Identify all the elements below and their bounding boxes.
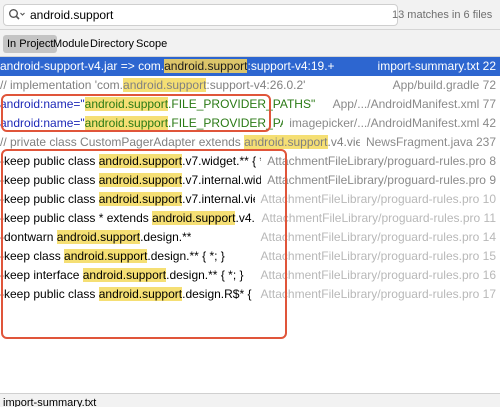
code-prefix: -keep public class xyxy=(0,154,99,168)
result-file: AttachmentFileLibrary/proguard-rules.pro… xyxy=(254,247,496,266)
result-row[interactable]: -keep public class android.support.desig… xyxy=(0,285,500,304)
result-row[interactable]: android:name="android.support.FILE_PROVI… xyxy=(0,95,500,114)
code-prefix: android:name=" xyxy=(0,116,85,130)
match-highlight: android.support xyxy=(84,116,169,130)
result-code: android:name="android.support.FILE_PROVI… xyxy=(0,114,315,133)
match-highlight: android.support xyxy=(82,268,167,282)
match-highlight: android.support xyxy=(98,287,183,301)
code-prefix: // implementation 'com. xyxy=(0,78,124,92)
search-input[interactable] xyxy=(30,7,380,23)
match-highlight: android.support xyxy=(84,97,169,111)
result-file: NewsFragment.java 237 xyxy=(359,133,496,152)
code-prefix: // private class CustomPagerAdapter exte… xyxy=(0,135,245,149)
code-prefix: -keep interface xyxy=(0,268,83,282)
match-highlight: android.support xyxy=(98,192,183,206)
result-file: AttachmentFileLibrary/proguard-rules.pro… xyxy=(254,190,496,209)
result-row[interactable]: -keep public class android.support.v7.in… xyxy=(0,190,500,209)
result-row[interactable]: -keep public class android.support.v7.in… xyxy=(0,171,500,190)
result-code: -keep public class android.support.desig… xyxy=(0,285,270,304)
match-highlight: android.support xyxy=(123,78,207,92)
result-row[interactable]: -keep public class android.support.v7.wi… xyxy=(0,152,500,171)
result-code: // implementation 'com.android.support:s… xyxy=(0,76,305,95)
result-file: AttachmentFileLibrary/proguard-rules.pro… xyxy=(254,285,496,304)
result-row[interactable]: // private class CustomPagerAdapter exte… xyxy=(0,133,500,152)
result-file: App/.../AndroidManifest.xml 77 xyxy=(326,95,496,114)
result-file: AttachmentFileLibrary/proguard-rules.pro… xyxy=(261,152,496,171)
code-prefix: android-support-v4.jar => com. xyxy=(0,59,165,73)
code-suffix: .design.** xyxy=(140,230,192,244)
result-row[interactable]: -keep interface android.support.design.*… xyxy=(0,266,500,285)
code-prefix: -dontwarn xyxy=(0,230,57,244)
code-suffix: .FILE_PROVIDER_PATHS" xyxy=(168,97,316,111)
match-highlight: android.support xyxy=(98,173,183,187)
match-highlight: android.support xyxy=(56,230,141,244)
result-file: AttachmentFileLibrary/proguard-rules.pro… xyxy=(254,266,496,285)
result-code: -keep public class android.support.v7.wi… xyxy=(0,152,275,171)
search-icon[interactable] xyxy=(8,8,26,22)
match-highlight: android.support xyxy=(152,211,236,225)
scope-bar: In Project Module Directory Scope xyxy=(0,30,500,57)
code-suffix: :support-v4:19.+ xyxy=(247,59,335,73)
code-prefix: -keep public class * extends xyxy=(0,211,153,225)
result-code: -keep interface android.support.design.*… xyxy=(0,266,244,285)
code-prefix: -keep class xyxy=(0,249,65,263)
match-highlight: android.support xyxy=(64,249,148,263)
search-box[interactable] xyxy=(3,4,398,26)
search-results-list: android-support-v4.jar => com.android.su… xyxy=(0,57,500,393)
result-row[interactable]: android:name="android.support.FILE_PROVI… xyxy=(0,114,500,133)
match-highlight: android.support xyxy=(244,135,328,149)
code-suffix: .design.** { *; } xyxy=(166,268,244,282)
result-row[interactable]: android-support-v4.jar => com.android.su… xyxy=(0,57,500,76)
result-code: -dontwarn android.support.design.** xyxy=(0,228,191,247)
match-highlight: android.support xyxy=(98,154,183,168)
code-suffix: .design.** { *; } xyxy=(147,249,225,263)
search-bar: 13 matches in 6 files xyxy=(0,0,500,30)
tab-directory[interactable]: Directory xyxy=(86,35,138,53)
match-highlight: android.support xyxy=(164,59,248,73)
result-row[interactable]: -keep class android.support.design.** { … xyxy=(0,247,500,266)
code-prefix: -keep public class xyxy=(0,173,99,187)
result-code: android-support-v4.jar => com.android.su… xyxy=(0,57,335,76)
result-row[interactable]: -dontwarn android.support.design.** Atta… xyxy=(0,228,500,247)
code-prefix: android:name=" xyxy=(0,97,85,111)
result-code: -keep class android.support.design.** { … xyxy=(0,247,225,266)
code-suffix: :support-v4:26.0.2' xyxy=(206,78,306,92)
result-file: AttachmentFileLibrary/proguard-rules.pro… xyxy=(254,228,496,247)
code-prefix: -keep public class xyxy=(0,287,99,301)
result-row[interactable]: // implementation 'com.android.support:s… xyxy=(0,76,500,95)
result-code: android:name="android.support.FILE_PROVI… xyxy=(0,95,315,114)
result-row[interactable]: -keep public class * extends android.sup… xyxy=(0,209,500,228)
result-file: AttachmentFileLibrary/proguard-rules.pro… xyxy=(261,171,496,190)
result-file: import-summary.txt 22 xyxy=(371,57,496,76)
tab-scope[interactable]: Scope xyxy=(132,35,171,53)
preview-header: import-summary.txt xyxy=(0,394,500,407)
code-prefix: -keep public class xyxy=(0,192,99,206)
result-file: App/build.gradle 72 xyxy=(386,76,496,95)
result-file: AttachmentFileLibrary/proguard-rules.pro… xyxy=(255,209,496,228)
result-file: imagepicker/.../AndroidManifest.xml 42 xyxy=(283,114,496,133)
match-count: 13 matches in 6 files xyxy=(392,9,493,21)
preview-file-title: import-summary.txt xyxy=(3,397,97,407)
